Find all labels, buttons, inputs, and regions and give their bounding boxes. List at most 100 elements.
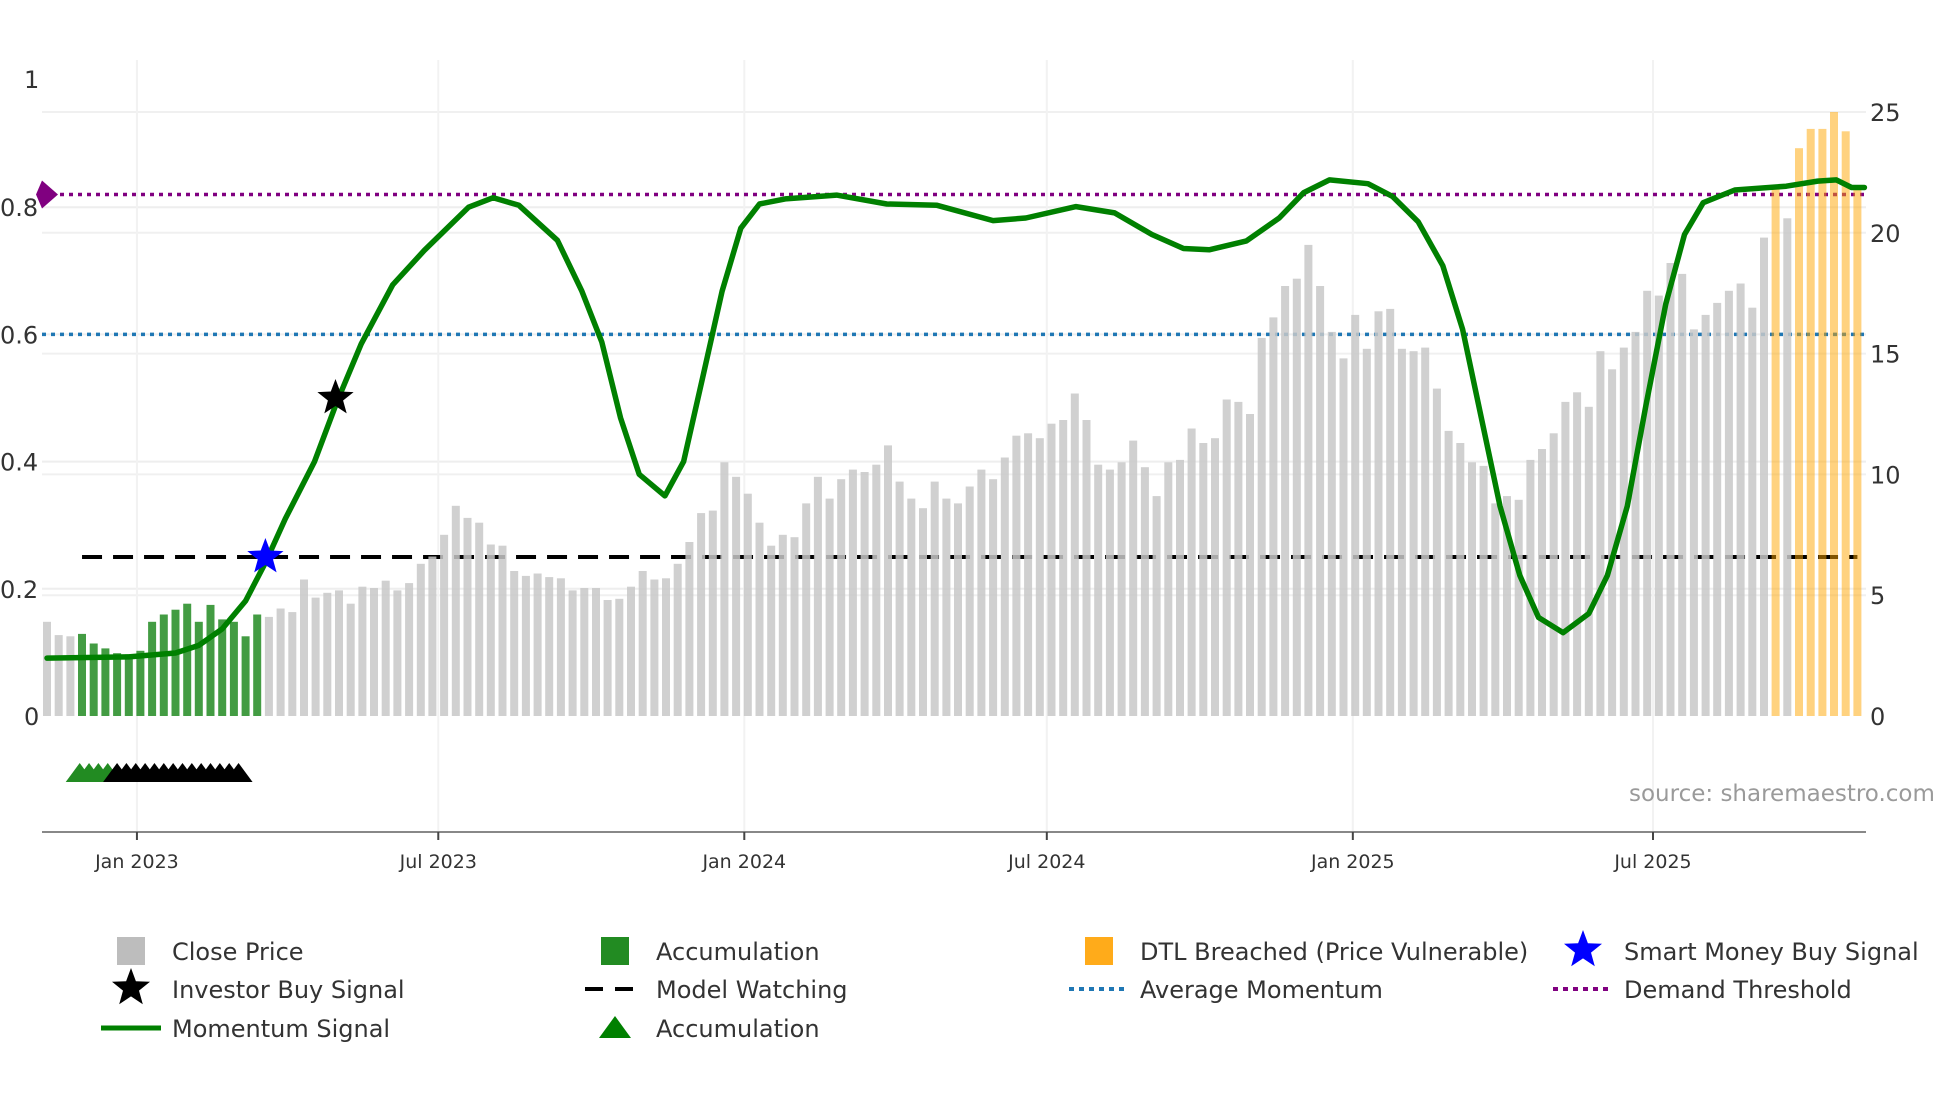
close-price-bar bbox=[1222, 399, 1231, 716]
close-price-bar bbox=[381, 580, 390, 716]
accumulation-bar bbox=[206, 604, 215, 716]
close-price-bar bbox=[1362, 348, 1371, 716]
x-tick-label: Jul 2023 bbox=[399, 851, 477, 873]
close-price-bar bbox=[370, 588, 378, 716]
x-tick-label: Jan 2025 bbox=[1310, 851, 1395, 873]
close-price-bar bbox=[1316, 286, 1325, 716]
close-price-bar bbox=[907, 498, 916, 716]
accumulation-bar bbox=[124, 654, 133, 716]
close-price-bar bbox=[720, 462, 729, 716]
right-tick-label: 5 bbox=[1870, 582, 1885, 610]
close-price-bar bbox=[825, 498, 834, 716]
close-price-bar bbox=[451, 505, 460, 716]
close-price-bar bbox=[1117, 462, 1126, 716]
close-price-bar bbox=[486, 544, 495, 716]
legend-item: Accumulation bbox=[599, 1015, 820, 1043]
close-price-bar bbox=[965, 486, 974, 716]
close-price-bar bbox=[662, 578, 670, 716]
green-triangle-icon bbox=[599, 1016, 631, 1038]
close-price-bar bbox=[1514, 499, 1523, 716]
accumulation-bar bbox=[229, 621, 238, 716]
close-price-bar bbox=[743, 493, 752, 716]
accumulation-bar bbox=[148, 621, 157, 716]
right-tick-label: 20 bbox=[1870, 220, 1901, 248]
close-price-bar bbox=[463, 517, 472, 716]
right-tick-label: 0 bbox=[1870, 703, 1885, 731]
close-price-bar bbox=[778, 534, 787, 716]
right-tick-label: 10 bbox=[1870, 461, 1901, 489]
accumulation-bar bbox=[253, 614, 262, 716]
close-price-bar bbox=[276, 608, 285, 716]
close-price-bar bbox=[650, 579, 659, 716]
close-price-bar bbox=[54, 635, 63, 716]
close-price-bar bbox=[802, 503, 811, 716]
blue-star-icon bbox=[1564, 930, 1602, 967]
close-price-bar bbox=[1666, 263, 1675, 716]
dtl-breached-bar bbox=[1830, 112, 1838, 716]
close-price-bar bbox=[732, 476, 741, 716]
close-price-bar bbox=[300, 579, 308, 716]
close-price-bar bbox=[264, 616, 273, 716]
close-price-bar bbox=[1456, 443, 1465, 716]
close-price-bar bbox=[498, 545, 507, 716]
close-price-bar bbox=[603, 600, 612, 716]
legend-item: Momentum Signal bbox=[101, 1015, 390, 1043]
close-price-bar bbox=[638, 571, 647, 716]
close-price-bar bbox=[428, 556, 437, 716]
close-price-bar bbox=[1561, 401, 1570, 716]
demand-threshold-diamond-icon bbox=[36, 180, 58, 209]
close-price-bar bbox=[615, 598, 624, 716]
close-price-bar bbox=[954, 503, 962, 716]
orange-square-icon bbox=[1085, 937, 1113, 965]
close-price-bar bbox=[346, 603, 355, 716]
left-tick-label: 0.8 bbox=[0, 194, 38, 222]
legend-label: DTL Breached (Price Vulnerable) bbox=[1140, 938, 1528, 966]
legend-label: Accumulation bbox=[656, 938, 820, 966]
signal-markers bbox=[65, 379, 354, 782]
close-price-bar bbox=[1152, 496, 1161, 716]
legend-item: Accumulation bbox=[601, 937, 820, 966]
close-price-bar bbox=[1094, 464, 1103, 716]
close-price-bar bbox=[66, 636, 75, 716]
close-price-bars bbox=[43, 112, 1862, 717]
close-price-bar bbox=[393, 590, 402, 716]
close-price-bar bbox=[1409, 351, 1418, 716]
close-price-bar bbox=[1432, 388, 1441, 716]
left-tick-label: 1 bbox=[24, 66, 39, 94]
momentum-chart: Jan 2023 Jul 2023 Jan 2024 Jul 2024 Jan 2025… bbox=[0, 60, 1935, 1043]
x-tick-label: Jul 2025 bbox=[1613, 851, 1691, 873]
close-price-bar bbox=[416, 563, 425, 716]
close-price-bar bbox=[755, 522, 764, 716]
close-price-bar bbox=[1047, 423, 1056, 716]
close-price-bar bbox=[1187, 428, 1196, 716]
accumulation-bar bbox=[241, 636, 250, 716]
close-price-bar bbox=[1012, 435, 1021, 716]
close-price-bar bbox=[1596, 351, 1605, 716]
close-price-bar bbox=[697, 513, 706, 716]
legend-label: Momentum Signal bbox=[172, 1015, 390, 1043]
legend-item: Investor Buy Signal bbox=[112, 968, 405, 1005]
close-price-bar bbox=[1339, 358, 1348, 716]
close-price-bar bbox=[884, 445, 892, 716]
close-price-bar bbox=[1199, 443, 1208, 716]
close-price-bar bbox=[1211, 438, 1219, 716]
left-tick-label: 0.4 bbox=[0, 449, 38, 477]
x-tick-label: Jul 2024 bbox=[1007, 851, 1085, 873]
close-price-bar bbox=[1000, 457, 1009, 716]
close-price-bar bbox=[1105, 469, 1114, 716]
legend-label: Close Price bbox=[172, 938, 304, 966]
close-price-bar bbox=[1783, 218, 1792, 717]
legend-label: Investor Buy Signal bbox=[172, 976, 405, 1004]
close-price-bar bbox=[1140, 467, 1149, 716]
close-price-bar bbox=[1070, 393, 1079, 716]
legend-item: Demand Threshold bbox=[1553, 976, 1852, 1004]
close-price-bar bbox=[813, 476, 822, 716]
legend-item: Smart Money Buy Signal bbox=[1564, 930, 1919, 967]
accumulation-bar bbox=[89, 643, 98, 716]
close-price-bar bbox=[1292, 278, 1301, 716]
close-price-bar bbox=[1468, 462, 1476, 716]
close-price-bar bbox=[580, 588, 589, 716]
dtl-breached-bar bbox=[1841, 131, 1850, 717]
black-star-icon bbox=[112, 968, 150, 1005]
source-label: source: sharemaestro.com bbox=[1629, 781, 1935, 807]
